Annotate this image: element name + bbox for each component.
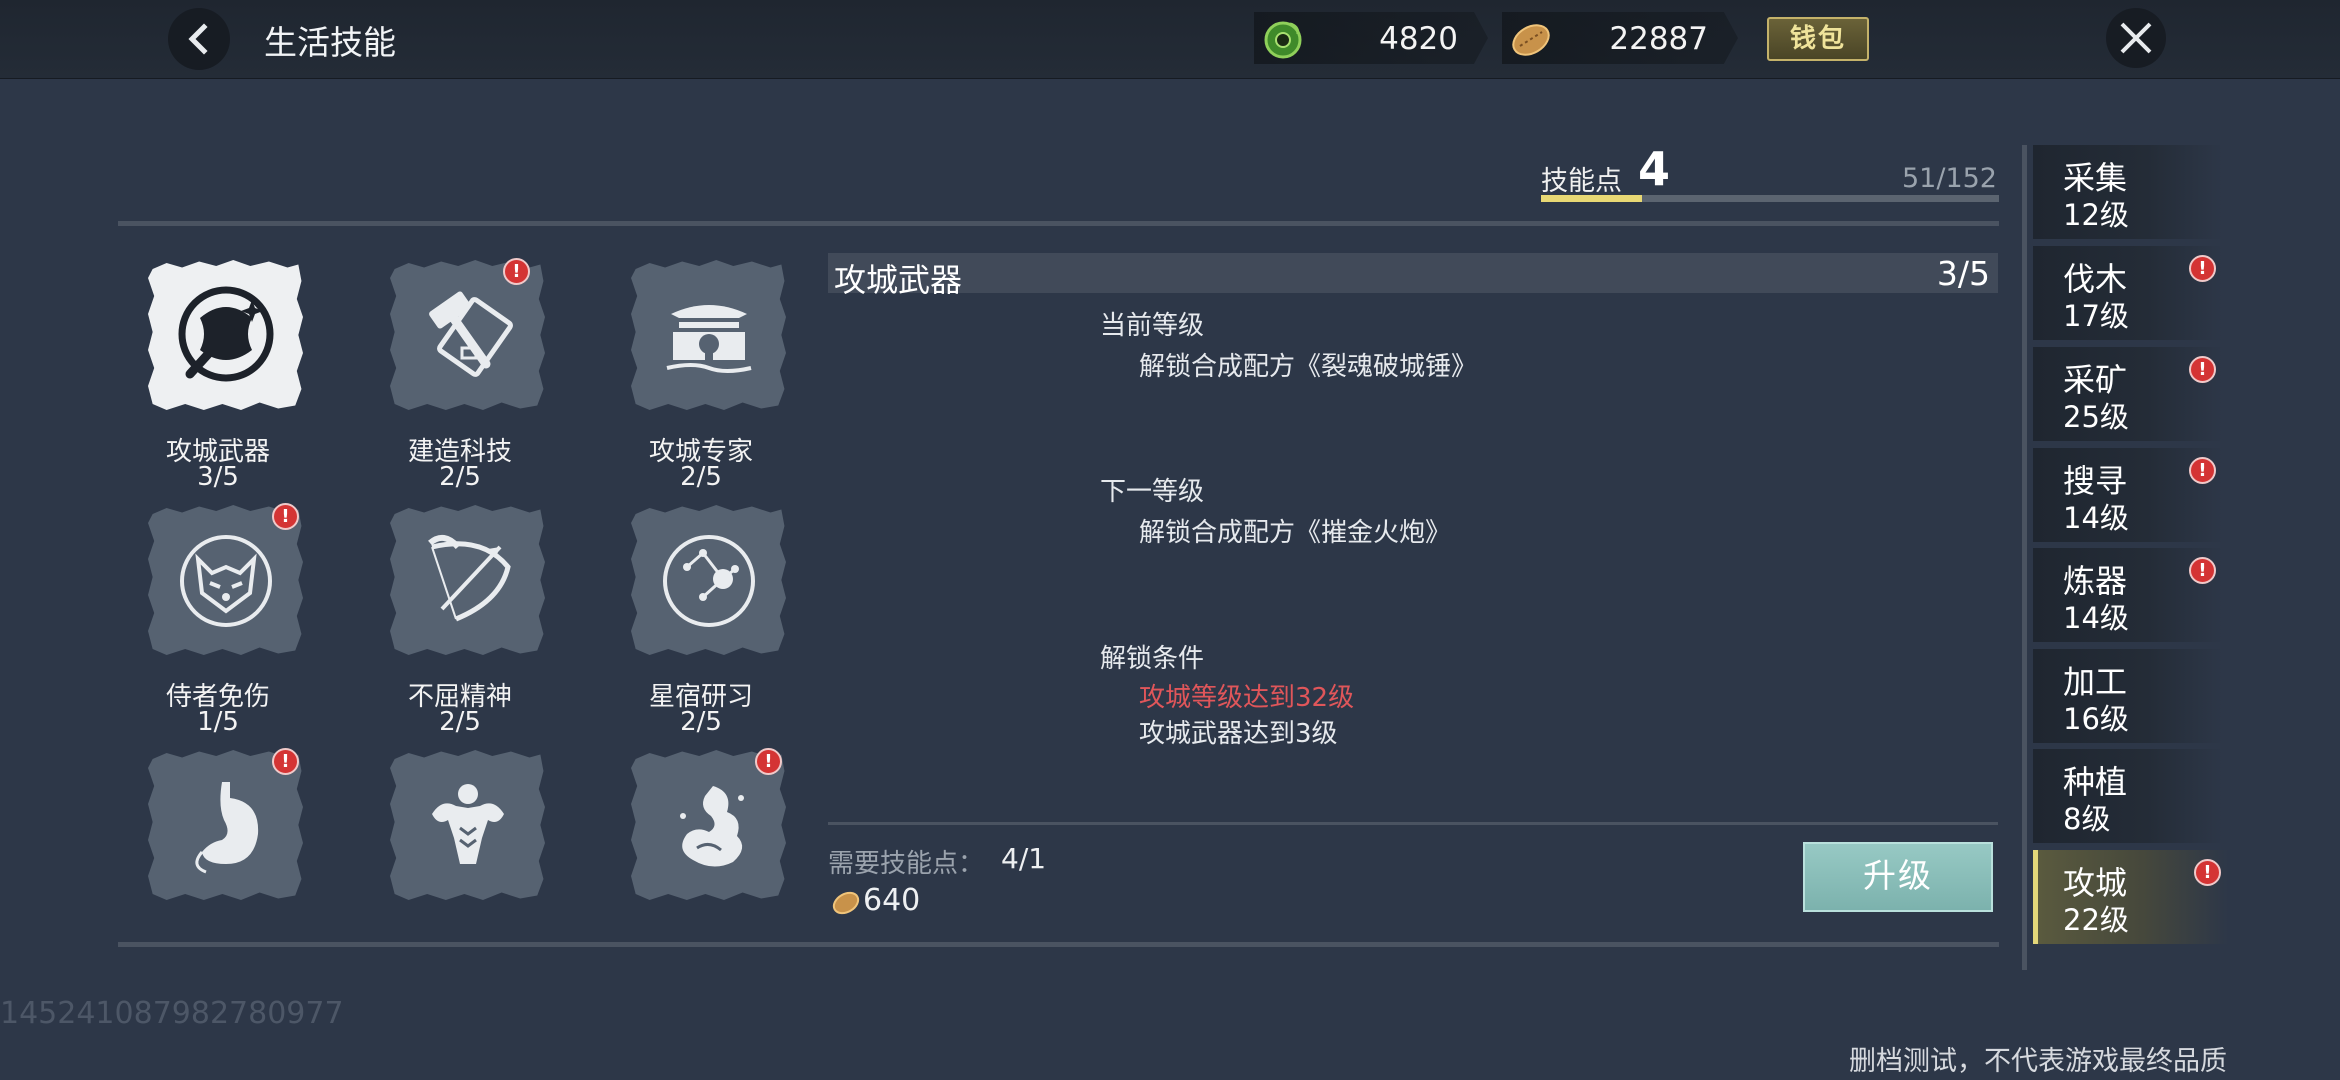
alert-badge-icon: ! xyxy=(2194,859,2221,886)
alert-badge-icon: ! xyxy=(755,748,782,775)
muscle-body-icon xyxy=(432,784,504,864)
category-level: 8级 xyxy=(2063,802,2111,836)
alert-badge-icon: ! xyxy=(2189,255,2216,282)
constellation-icon xyxy=(663,535,755,627)
alert-badge-icon: ! xyxy=(2189,457,2216,484)
gold-amount: 22887 xyxy=(1609,21,1708,57)
unlock-conditions-heading: 解锁条件 xyxy=(1100,644,1205,674)
dragon-cloud-icon xyxy=(680,786,744,867)
skill-points-value: 4 xyxy=(1638,142,1671,196)
skill-grid: 攻城武器 3/5 建造科技 2/5 ! 攻城专家 2/5 侍者免伤 1/5 ! … xyxy=(118,240,808,935)
battle-axe-icon xyxy=(178,286,274,382)
category-level: 22级 xyxy=(2063,903,2129,937)
top-divider xyxy=(118,221,1999,226)
top-bar: 生活技能 4820 22887 钱包 xyxy=(0,0,2340,79)
category-level: 12级 xyxy=(2063,198,2129,232)
skill-points-progress-bar xyxy=(1541,195,1999,202)
category-item-searching[interactable]: 搜寻 14级 ! xyxy=(2033,448,2223,542)
gold-cost: 640 xyxy=(863,883,921,918)
next-level-effect: 解锁合成配方《摧金火炮》 xyxy=(1139,518,1452,548)
cost-label: 需要技能点： xyxy=(828,849,985,879)
category-level: 16级 xyxy=(2063,702,2129,736)
page-title: 生活技能 xyxy=(264,23,396,62)
bottom-divider xyxy=(118,942,1999,947)
skill-detail-header: 攻城武器 3/5 xyxy=(828,253,1998,299)
unlock-condition-met: 攻城武器达到3级 xyxy=(1139,719,1338,749)
category-item-siege[interactable]: 攻城 22级 ! xyxy=(2033,850,2228,944)
skill-points-total: 51/152 xyxy=(1902,163,1997,194)
category-item-forging[interactable]: 炼器 14级 ! xyxy=(2033,548,2223,642)
close-icon xyxy=(2120,22,2152,54)
skill-points-label: 技能点 xyxy=(1541,166,1622,197)
gate-tower-icon xyxy=(666,305,752,373)
alert-badge-icon: ! xyxy=(2189,356,2216,383)
current-level-heading: 当前等级 xyxy=(1100,311,1205,341)
category-item-logging[interactable]: 伐木 17级 ! xyxy=(2033,246,2223,340)
test-disclaimer: 删档测试，不代表游戏最终品质 xyxy=(1849,1046,2227,1077)
category-divider xyxy=(2022,145,2027,970)
hammer-blueprint-icon xyxy=(429,291,513,377)
skill-detail-level: 3/5 xyxy=(1936,254,1990,293)
alert-badge-icon: ! xyxy=(272,503,299,530)
skill-level: 2/5 xyxy=(680,707,722,737)
close-button[interactable] xyxy=(2106,8,2166,68)
detail-divider xyxy=(828,822,1998,825)
alert-badge-icon: ! xyxy=(272,748,299,775)
stomach-icon xyxy=(195,782,259,874)
category-item-mining[interactable]: 采矿 25级 ! xyxy=(2033,347,2223,441)
unlock-condition-unmet: 攻城等级达到32级 xyxy=(1139,683,1355,713)
gold-ingot-icon xyxy=(832,891,860,915)
skill-level: 2/5 xyxy=(439,462,481,492)
category-item-gathering[interactable]: 采集 12级 xyxy=(2033,145,2223,239)
category-level: 25级 xyxy=(2063,400,2129,434)
jade-currency: 4820 xyxy=(1254,12,1488,64)
upgrade-button[interactable]: 升级 xyxy=(1803,842,1993,912)
category-item-planting[interactable]: 种植 8级 xyxy=(2033,749,2223,843)
skill-level: 3/5 xyxy=(197,462,239,492)
skill-detail-title: 攻城武器 xyxy=(834,261,963,299)
skill-level: 1/5 xyxy=(197,707,239,737)
skill-level: 2/5 xyxy=(680,462,722,492)
player-id-watermark: 14524108798278097​7 xyxy=(0,996,344,1031)
category-level: 14级 xyxy=(2063,601,2129,635)
category-item-processing[interactable]: 加工 16级 xyxy=(2033,649,2223,743)
next-level-heading: 下一等级 xyxy=(1100,477,1205,507)
category-level: 17级 xyxy=(2063,299,2129,333)
back-button[interactable] xyxy=(168,8,230,70)
wallet-button[interactable]: 钱包 xyxy=(1767,17,1869,61)
gold-currency: 22887 xyxy=(1502,12,1738,64)
alert-badge-icon: ! xyxy=(2189,557,2216,584)
current-level-effect: 解锁合成配方《裂魂破城锤》 xyxy=(1139,352,1478,382)
back-arrow-icon xyxy=(188,23,208,55)
category-level: 14级 xyxy=(2063,501,2129,535)
jade-amount: 4820 xyxy=(1379,21,1458,57)
skill-points-progress-fill xyxy=(1541,195,1642,202)
skill-level: 2/5 xyxy=(439,707,481,737)
fox-mask-icon xyxy=(180,535,272,627)
bow-arrow-icon xyxy=(428,534,511,622)
alert-badge-icon: ! xyxy=(503,258,530,285)
cost-value: 4/1 xyxy=(1001,842,1047,875)
